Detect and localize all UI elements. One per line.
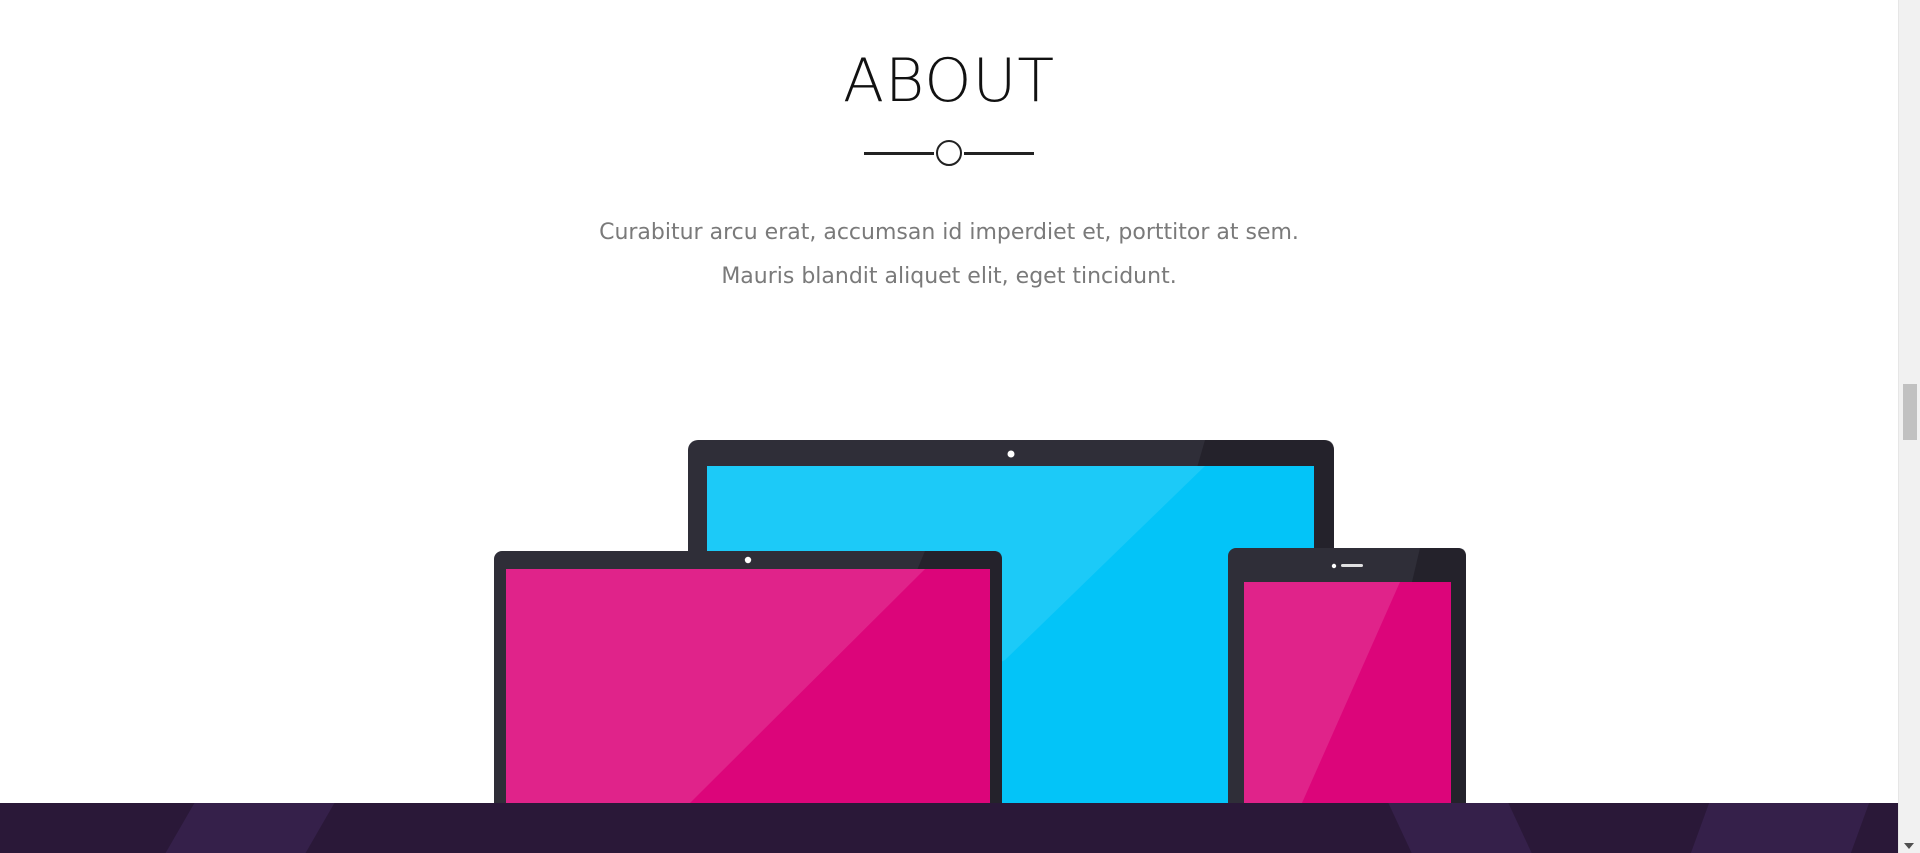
footer-shape (1388, 803, 1532, 853)
vertical-scrollbar[interactable] (1898, 0, 1920, 853)
laptop-camera-icon (1007, 450, 1015, 458)
devices-illustration-icon (494, 440, 1466, 803)
footer-band (0, 803, 1898, 853)
page: ABOUT Curabitur arcu erat, accumsan id i… (0, 0, 1920, 853)
footer-shape (1690, 803, 1870, 853)
footer-shape (165, 803, 335, 853)
tablet-device (494, 551, 1002, 803)
viewport: ABOUT Curabitur arcu erat, accumsan id i… (0, 0, 1898, 853)
about-section: ABOUT Curabitur arcu erat, accumsan id i… (0, 0, 1898, 803)
scrollbar-thumb[interactable] (1903, 384, 1917, 440)
tablet-camera-icon (744, 556, 752, 564)
phone-device (1228, 548, 1466, 803)
scroll-down-arrow-icon[interactable] (1904, 843, 1914, 849)
phone-camera-icon (1331, 563, 1337, 569)
phone-speaker (1341, 564, 1363, 567)
